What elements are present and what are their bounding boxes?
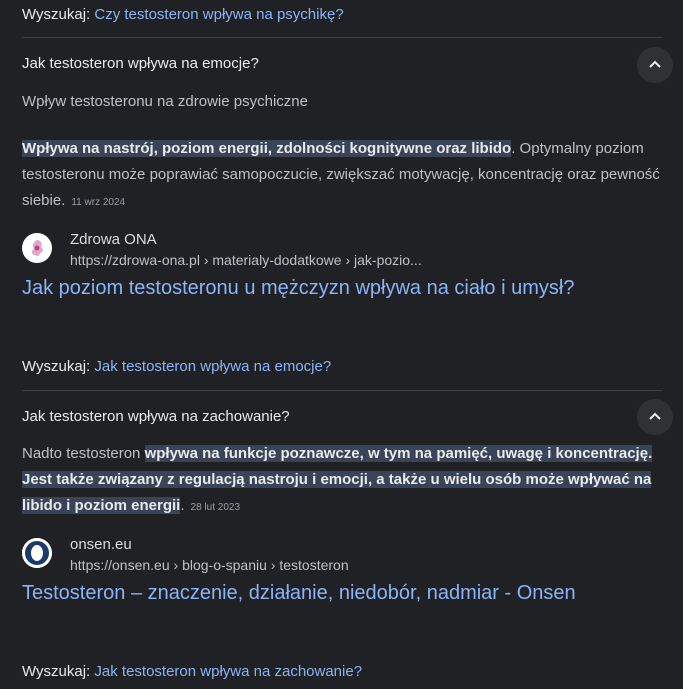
onsen-logo-icon[interactable] <box>22 538 52 568</box>
answer-text-end: . <box>180 497 185 514</box>
divider <box>22 390 662 391</box>
search-prefix: Wyszukaj: <box>22 358 91 375</box>
search-link[interactable]: Jak testosteron wpływa na zachowanie? <box>94 663 362 680</box>
answer-text: Nadto testosteron <box>22 445 145 462</box>
answer-date: 11 wrz 2024 <box>71 197 126 208</box>
related-search: Wyszukaj: Jak testosteron wpływa na zach… <box>22 663 362 680</box>
question-title[interactable]: Jak testosteron wpływa na emocje? <box>22 55 259 72</box>
chevron-up-icon <box>649 60 661 68</box>
search-prefix: Wyszukaj: <box>22 6 91 23</box>
collapse-button[interactable] <box>637 47 673 83</box>
collapse-button[interactable] <box>637 399 673 435</box>
source-name[interactable]: onsen.eu <box>70 536 132 553</box>
search-link[interactable]: Jak testosteron wpływa na emocje? <box>94 358 331 375</box>
answer-subheading: Wpływ testosteronu na zdrowie psychiczne <box>22 93 308 110</box>
flower-icon <box>31 240 43 257</box>
source-name[interactable]: Zdrowa ONA <box>70 231 157 248</box>
answer-snippet: Wpływa na nastrój, poziom energii, zdoln… <box>22 136 662 216</box>
source-url[interactable]: https://onsen.eu › blog-o-spaniu › testo… <box>70 557 349 573</box>
result-title-link[interactable]: Testosteron – znaczenie, działanie, nied… <box>22 579 622 607</box>
result-title-link[interactable]: Jak poziom testosteronu u mężczyzn wpływ… <box>22 274 622 302</box>
search-prefix: Wyszukaj: <box>22 663 91 680</box>
related-search: Wyszukaj: Jak testosteron wpływa na emoc… <box>22 358 331 375</box>
question-title[interactable]: Jak testosteron wpływa na zachowanie? <box>22 408 290 425</box>
chevron-up-icon <box>649 412 661 420</box>
onsen-o-icon <box>22 538 52 568</box>
answer-highlight: Wpływa na nastrój, poziom energii, zdoln… <box>22 140 512 157</box>
source-url[interactable]: https://zdrowa-ona.pl › materialy-dodatk… <box>70 252 422 268</box>
zdrowa-ona-logo-icon[interactable] <box>22 233 52 263</box>
answer-date: 28 lut 2023 <box>190 502 241 513</box>
search-link[interactable]: Czy testosteron wpływa na psychikę? <box>94 6 343 23</box>
answer-snippet: Nadto testosteron wpływa na funkcje pozn… <box>22 441 662 521</box>
related-search: Wyszukaj: Czy testosteron wpływa na psyc… <box>22 6 344 23</box>
divider <box>22 37 662 38</box>
